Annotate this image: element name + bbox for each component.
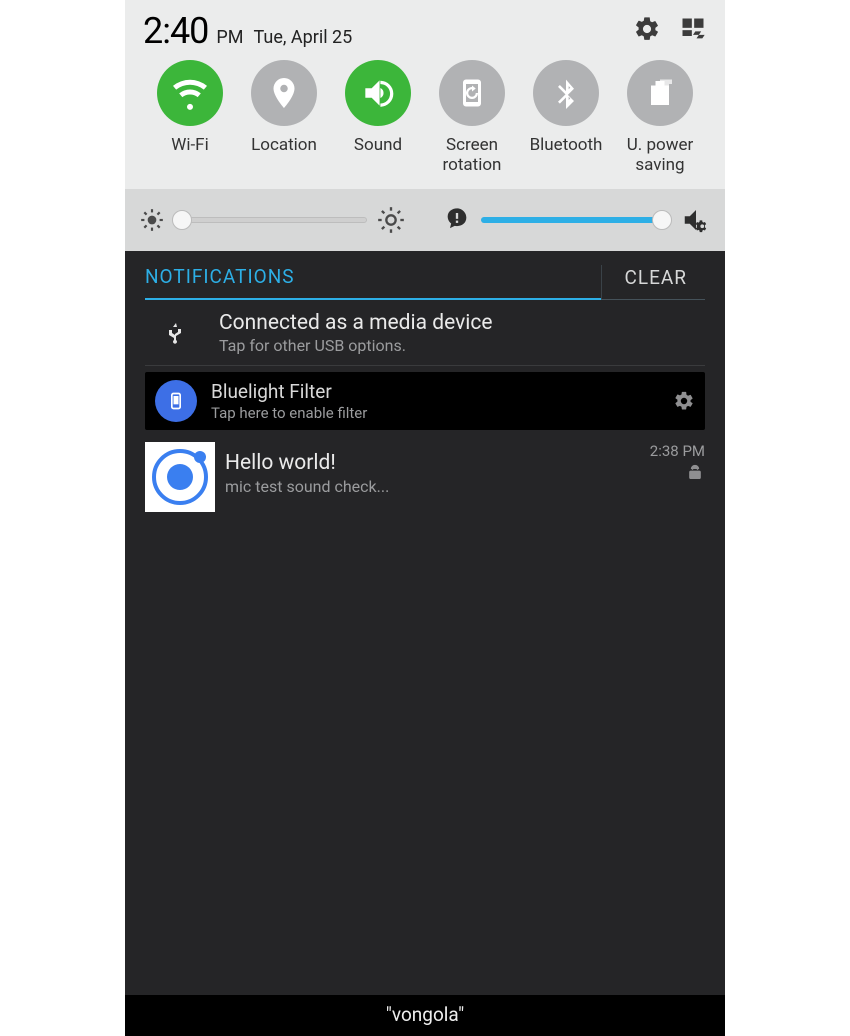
notification-subtitle: mic test sound check... bbox=[225, 477, 640, 496]
clock-ampm: PM bbox=[216, 27, 243, 48]
quicksettings-grid-icon[interactable] bbox=[679, 15, 707, 43]
quick-toggles-row: Wi-Fi Location Sound Screen rotation bbox=[143, 60, 707, 175]
app-icon bbox=[145, 442, 215, 512]
rotation-icon bbox=[439, 60, 505, 126]
sliders-row bbox=[125, 189, 725, 251]
brightness-slider[interactable] bbox=[175, 217, 367, 223]
usb-icon bbox=[151, 318, 201, 348]
toggle-label: Location bbox=[251, 136, 317, 156]
notifications-list: Connected as a media device Tap for othe… bbox=[145, 300, 705, 520]
brightness-low-icon bbox=[139, 207, 165, 233]
toggle-label: Wi-Fi bbox=[171, 136, 208, 156]
notification-sound-icon bbox=[443, 206, 471, 234]
notification-title: Connected as a media device bbox=[219, 310, 699, 336]
location-icon bbox=[251, 60, 317, 126]
volume-slider[interactable] bbox=[481, 217, 671, 223]
notification-usb[interactable]: Connected as a media device Tap for othe… bbox=[145, 300, 705, 366]
gear-icon[interactable] bbox=[673, 390, 695, 412]
notifications-title: NOTIFICATIONS bbox=[145, 265, 601, 298]
toggle-rotation[interactable]: Screen rotation bbox=[425, 60, 519, 175]
toggle-location[interactable]: Location bbox=[237, 60, 331, 175]
power-saving-icon bbox=[627, 60, 693, 126]
notification-subtitle: Tap for other USB options. bbox=[219, 336, 699, 355]
notification-shade: 2:40 PM Tue, April 25 bbox=[125, 0, 725, 1036]
sound-icon bbox=[345, 60, 411, 126]
status-row: 2:40 PM Tue, April 25 bbox=[143, 10, 707, 52]
wifi-icon bbox=[157, 60, 223, 126]
bluelight-icon bbox=[155, 380, 197, 422]
notification-hello-world[interactable]: Hello world! mic test sound check... 2:3… bbox=[145, 438, 705, 520]
bluetooth-icon bbox=[533, 60, 599, 126]
volume-settings-icon[interactable] bbox=[681, 205, 711, 235]
notification-bluelight[interactable]: Bluelight Filter Tap here to enable filt… bbox=[145, 372, 705, 430]
caption-bar: "vongola" bbox=[125, 995, 725, 1036]
notification-time: 2:38 PM bbox=[650, 442, 705, 460]
notification-meta: 2:38 PM bbox=[650, 442, 705, 484]
clear-button[interactable]: CLEAR bbox=[601, 265, 705, 299]
toggle-sound[interactable]: Sound bbox=[331, 60, 425, 175]
toggle-bluetooth[interactable]: Bluetooth bbox=[519, 60, 613, 175]
toggle-label: Sound bbox=[354, 136, 402, 156]
toggle-label: Screen rotation bbox=[443, 136, 502, 175]
clock-time: 2:40 bbox=[143, 10, 208, 52]
quicksettings-panel: 2:40 PM Tue, April 25 bbox=[125, 0, 725, 189]
settings-icon[interactable] bbox=[633, 15, 661, 43]
brightness-high-icon bbox=[377, 206, 405, 234]
toggle-label: U. power saving bbox=[627, 136, 694, 175]
status-right bbox=[633, 15, 707, 43]
notification-title: Bluelight Filter bbox=[211, 380, 659, 404]
toggle-label: Bluetooth bbox=[530, 136, 603, 156]
notification-subtitle: Tap here to enable filter bbox=[211, 404, 659, 422]
notifications-header: NOTIFICATIONS CLEAR bbox=[145, 251, 705, 300]
notification-title: Hello world! bbox=[225, 450, 640, 476]
toggle-power-saving[interactable]: U. power saving bbox=[613, 60, 707, 175]
toggle-wifi[interactable]: Wi-Fi bbox=[143, 60, 237, 175]
clock-date: Tue, April 25 bbox=[254, 27, 353, 48]
android-small-icon bbox=[685, 464, 705, 484]
